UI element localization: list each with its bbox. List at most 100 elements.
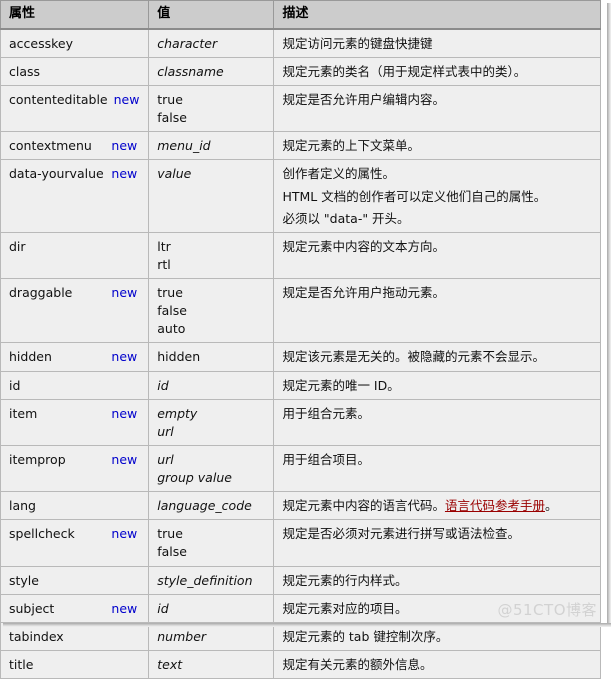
attribute-cell: classnew [0,56,150,87]
description-line: 规定是否允许用户编辑内容。 [282,91,592,109]
table-row: contextmenu new menu_id 规定元素的上下文菜单。 [0,131,601,161]
value-cell: classname [148,56,275,87]
value-cell: url group value [148,444,275,493]
attribute-cell-inner: draggable new [9,284,140,302]
table-row: titlenew text 规定有关元素的额外信息。 [0,649,601,679]
description-line: 规定元素的上下文菜单。 [282,137,592,155]
new-badge: new [111,285,138,301]
description-text: 规定元素中内容的文本方向。 [282,238,445,254]
attribute-cell: data-yourvalue new [0,159,150,233]
attribute-cell: accesskeynew [0,28,150,58]
description-line: 用于组合项目。 [282,451,592,469]
description-cell: 规定是否允许用户编辑内容。 [273,85,601,133]
attribute-cell-inner: hidden new [9,348,140,366]
attribute-cell: contenteditable new [0,85,150,133]
value-line: false [157,303,187,319]
description-text: 规定元素的行内样式。 [282,572,408,588]
attribute-cell-inner: dirnew [9,238,140,256]
value-line: character [157,35,218,51]
description-text: 创作者定义的属性。 [282,166,395,182]
table-row: contenteditable new true false 规定是否允许用户编辑内容。 [0,85,601,133]
attribute-cell: stylenew [0,565,150,595]
description-cell: 规定有关元素的额外信息。 [273,649,601,679]
attribute-cell: draggable new [0,278,150,344]
table-row: item new empty url 用于组合元素。 [0,398,601,446]
attribute-cell-inner: langnew [9,497,140,515]
attribute-name: itemprop [9,451,66,467]
description-text: 规定是否允许用户编辑内容。 [282,92,445,108]
table-row: subject new id 规定元素对应的项目。 [0,593,601,623]
description-line: 规定该元素是无关的。被隐藏的元素不会显示。 [282,348,592,366]
description-cell: 用于组合元素。 [273,398,601,446]
value-line: ltr [157,238,171,254]
new-badge: new [111,138,138,154]
attribute-name: spellcheck [9,526,75,542]
table-row: draggable new true false auto 规定是否允许用户拖动元素。 [0,278,601,344]
table-row: itemprop new url group value 用于组合项目。 [0,444,601,493]
attribute-cell-inner: accesskeynew [9,35,140,53]
new-badge: new [111,349,138,365]
description-line: HTML 文档的创作者可以定义他们自己的属性。 [282,188,592,206]
description-cell: 规定访问元素的键盘快捷键 [273,28,601,58]
value-cell: style_definition [148,565,275,595]
description-cell: 规定元素中内容的文本方向。 [273,231,601,280]
description-cell: 规定是否必须对元素进行拼写或语法检查。 [273,519,601,567]
value-line: auto [157,321,186,337]
value-line: url [157,451,174,467]
attribute-cell-inner: tabindexnew [9,628,140,646]
value-cell: ltr rtl [148,231,275,280]
attribute-name: title [9,656,34,672]
new-badge: new [111,600,138,616]
attribute-name: lang [9,498,36,514]
value-line: true [157,526,183,542]
attribute-cell-inner: titlenew [9,656,140,674]
attribute-cell-inner: itemprop new [9,451,140,469]
attribute-cell-inner: contenteditable new [9,91,140,109]
description-text: 规定元素的上下文菜单。 [282,138,420,154]
attribute-name: contenteditable [9,92,108,108]
reference-link[interactable]: 语言代码参考手册 [445,498,545,513]
value-cell: text [148,649,275,679]
value-line: language_code [157,498,252,514]
description-text: 用于组合项目。 [282,451,370,467]
attribute-cell: contextmenu new [0,131,150,161]
attribute-cell: idnew [0,370,150,400]
description-text: 规定元素的 tab 键控制次序。 [282,628,449,644]
table-row: dirnew ltr rtl 规定元素中内容的文本方向。 [0,231,601,280]
table-header-row: 属性 值 描述 [0,0,601,30]
value-cell: true false [148,519,275,567]
description-cell: 规定元素的行内样式。 [273,565,601,595]
table-row: accesskeynew character 规定访问元素的键盘快捷键 [0,28,601,58]
description-text: 规定访问元素的键盘快捷键 [282,35,433,51]
attribute-cell: itemprop new [0,444,150,493]
global-attributes-table: 属性 值 描述 accesskeynew character 规定访问元素的键盘快捷… [0,0,601,679]
description-line: 规定有关元素的额外信息。 [282,656,592,674]
value-cell: character [148,28,275,58]
value-line: value [157,166,192,182]
description-text: 规定元素的类名（用于规定样式表中的类）。 [282,63,527,79]
description-line: 规定元素的唯一 ID。 [282,377,592,395]
table-row: stylenew style_definition 规定元素的行内样式。 [0,565,601,595]
description-cell: 规定元素的类名（用于规定样式表中的类）。 [273,56,601,87]
attribute-cell-inner: classnew [9,63,140,81]
description-cell: 规定元素对应的项目。 [273,593,601,623]
description-line: 规定元素对应的项目。 [282,600,592,618]
value-line: style_definition [157,572,253,588]
description-text: 规定元素中内容的语言代码。 [282,498,445,514]
new-badge: new [111,405,138,421]
attribute-name: dir [9,238,26,254]
description-text: 规定是否允许用户拖动元素。 [282,285,445,301]
value-line: url [157,423,174,439]
value-line: classname [157,63,224,79]
value-line: hidden [157,349,201,365]
description-text-after: 。 [544,498,558,514]
description-line: 规定是否允许用户拖动元素。 [282,284,592,302]
description-text: 必须以 "data-" 开头。 [282,210,410,226]
description-line: 规定元素的行内样式。 [282,572,592,590]
table-row: classnew classname 规定元素的类名（用于规定样式表中的类）。 [0,56,601,87]
table-header: 属性 值 描述 [0,0,601,30]
value-line: empty [157,405,198,421]
attribute-cell-inner: data-yourvalue new [9,165,140,183]
description-line: 规定元素的 tab 键控制次序。 [282,628,592,646]
new-badge: new [111,526,138,542]
